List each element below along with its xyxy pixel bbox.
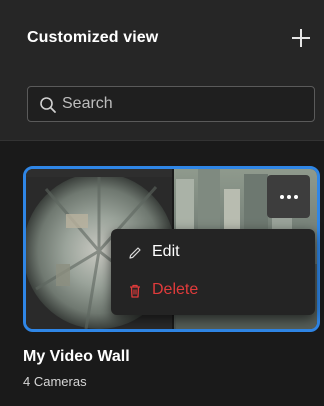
video-wall-name: My Video Wall (23, 348, 130, 365)
trash-icon (130, 284, 140, 298)
panel-title: Customized view (27, 29, 159, 46)
panel-header: Customized view (0, 0, 324, 140)
more-options-button[interactable] (267, 175, 310, 218)
delete-menu-item[interactable]: Delete (111, 273, 315, 309)
pencil-icon (129, 247, 141, 259)
camera-count: 4 Cameras (23, 374, 87, 389)
context-menu: Edit Delete (111, 229, 315, 315)
search-icon (40, 97, 56, 113)
search-input[interactable] (62, 87, 302, 121)
edit-menu-item[interactable]: Edit (111, 235, 315, 271)
delete-label: Delete (152, 281, 199, 298)
divider (0, 140, 324, 141)
edit-label: Edit (152, 243, 180, 260)
search-box[interactable] (27, 86, 315, 122)
add-view-button[interactable] (290, 27, 312, 49)
more-horizontal-icon (280, 195, 284, 199)
